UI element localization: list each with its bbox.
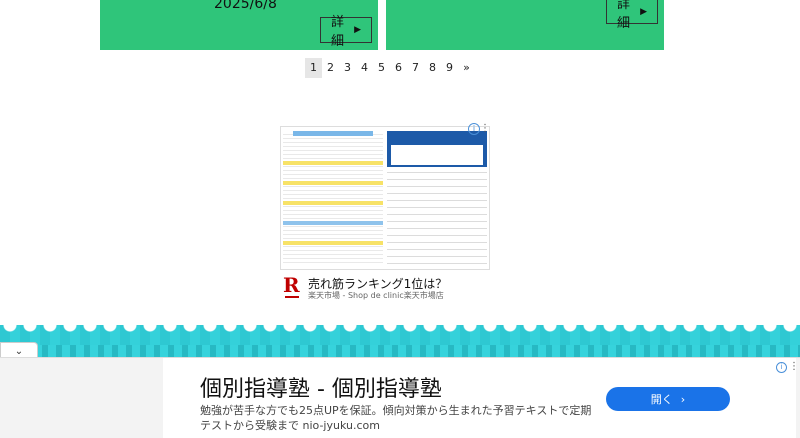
pagination: 1 2 3 4 5 6 7 8 9 » [305, 58, 475, 78]
detail-button[interactable]: 詳細 ▶ [320, 15, 372, 49]
page-link-7[interactable]: 7 [407, 58, 424, 78]
schedule-sheet-image [283, 131, 383, 265]
ad-title[interactable]: 個別指導塾 - 個別指導塾 [200, 371, 442, 403]
ad-info-icon[interactable]: i [776, 362, 787, 373]
ad-description[interactable]: テストから受験まで nio-jyuku.com [200, 417, 380, 433]
play-triangle-icon: ▶ [354, 25, 361, 35]
content-card-right: 詳細 ▶ [386, 0, 664, 50]
content-card-left: 2025/6/8 詳細 ▶ [100, 0, 378, 50]
ad-menu-icon[interactable]: ⋮ [789, 361, 799, 372]
ad-source[interactable]: 楽天市場 - Shop de clinic楽天市場店 [308, 290, 444, 301]
open-button[interactable]: 開く › [606, 387, 730, 411]
page-link-1[interactable]: 1 [305, 58, 322, 78]
ad-side-panel [0, 358, 163, 438]
ad-info-icon[interactable]: i [468, 123, 480, 135]
sheet-band [283, 161, 383, 165]
sheet-band [283, 241, 383, 245]
page-link-4[interactable]: 4 [356, 58, 373, 78]
open-button-label: 開く [650, 393, 673, 406]
sheet-header [293, 131, 373, 136]
page-link-6[interactable]: 6 [390, 58, 407, 78]
sheet-header-inner [391, 145, 483, 165]
ad-description[interactable]: 勉強が苦手な方でも25点UPを保証。傾向対策から生まれた予習テキストで定期 [200, 402, 591, 418]
chevron-right-icon: › [680, 392, 686, 406]
page-link-8[interactable]: 8 [424, 58, 441, 78]
table-sheet-image [387, 131, 487, 265]
ad-product-image[interactable] [280, 126, 490, 270]
decorative-wave-band [0, 325, 800, 357]
page-link-3[interactable]: 3 [339, 58, 356, 78]
page-link-2[interactable]: 2 [322, 58, 339, 78]
play-triangle-icon: ▶ [640, 6, 647, 17]
ad-menu-icon[interactable]: ⋮ [480, 123, 490, 134]
page-link-next[interactable]: » [458, 58, 475, 78]
sheet-band [283, 201, 383, 205]
page-link-5[interactable]: 5 [373, 58, 390, 78]
detail-button-label: 詳細 [617, 0, 631, 31]
bottom-anchor-ad[interactable]: 個別指導塾 - 個別指導塾 勉強が苦手な方でも25点UPを保証。傾向対策から生ま… [0, 357, 800, 438]
sheet-band [283, 181, 383, 185]
rakuten-logo: R [283, 273, 300, 298]
card-date: 2025/6/8 [214, 0, 277, 12]
detail-button[interactable]: 詳細 ▶ [606, 0, 658, 31]
sheet-band [283, 221, 383, 225]
detail-button-label: 詳細 [331, 15, 345, 49]
page-link-9[interactable]: 9 [441, 58, 458, 78]
